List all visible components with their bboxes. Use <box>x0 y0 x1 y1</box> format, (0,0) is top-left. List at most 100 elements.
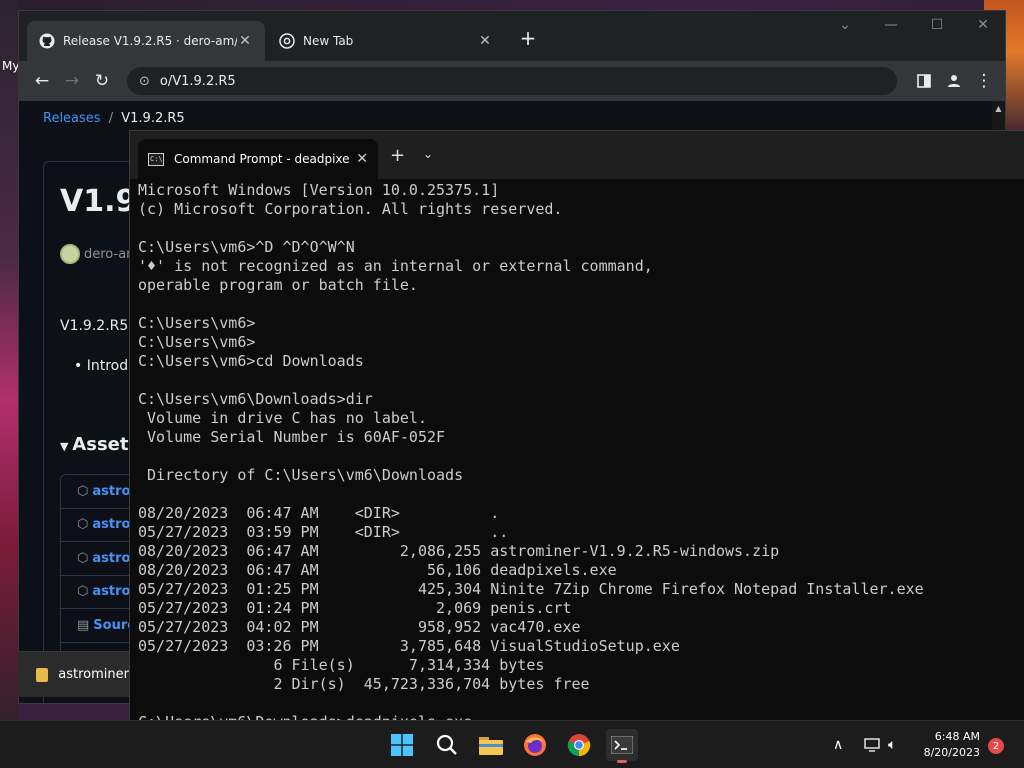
terminal-tab-bar: C:\ Command Prompt - deadpixe ✕ + ⌄ <box>130 131 1024 179</box>
terminal-line: (c) Microsoft Corporation. All rights re… <box>138 200 563 218</box>
new-terminal-tab-button[interactable]: + <box>390 145 405 166</box>
volume-icon[interactable]: 🔈︎ <box>888 721 896 768</box>
close-icon[interactable]: ✕ <box>237 33 253 49</box>
reload-icon[interactable]: ↻ <box>87 66 117 96</box>
back-arrow-icon[interactable]: ← <box>27 66 57 96</box>
notification-badge[interactable]: 2 <box>988 738 1004 754</box>
terminal-window: C:\ Command Prompt - deadpixe ✕ + ⌄ Micr… <box>129 130 1024 720</box>
folder-icon <box>36 667 49 682</box>
terminal-line: C:\Users\vm6\Downloads>dir <box>138 390 373 408</box>
terminal-line: operable program or batch file. <box>138 276 418 294</box>
release-note-item: • Introd <box>74 358 128 374</box>
terminal-line: 05/27/2023 03:26 PM 3,785,648 VisualStud… <box>138 637 680 655</box>
windows-start-icon[interactable] <box>386 729 418 761</box>
side-panel-icon[interactable] <box>909 66 939 96</box>
terminal-line: C:\Users\vm6> <box>138 314 256 332</box>
terminal-line: Volume in drive C has no label. <box>138 409 427 427</box>
browser-tab-release[interactable]: Release V1.9.2.R5 · dero-am/astro ✕ <box>27 21 265 61</box>
terminal-tab-title: Command Prompt - deadpixe <box>174 152 350 166</box>
terminal-line: 05/27/2023 01:25 PM 425,304 Ninite 7Zip … <box>138 580 924 598</box>
terminal-line: 08/20/2023 06:47 AM <DIR> . <box>138 504 500 522</box>
avatar <box>60 244 80 264</box>
explorer-window-tab[interactable]: astrominer <box>18 651 129 697</box>
terminal-line: 05/27/2023 04:02 PM 958,952 vac470.exe <box>138 618 581 636</box>
tab-label: Release V1.9.2.R5 · dero-am/astro <box>63 34 237 48</box>
command-prompt-icon: C:\ <box>148 152 164 166</box>
address-text: o/V1.9.2.R5 <box>159 73 236 89</box>
chevron-down-icon[interactable]: ⌄ <box>825 17 865 33</box>
close-icon[interactable]: ✕ <box>356 151 368 167</box>
chevron-up-icon[interactable]: ∧ <box>833 721 843 768</box>
chrome-app-icon[interactable] <box>563 729 595 761</box>
site-info-icon[interactable]: ⊙ <box>139 74 150 89</box>
search-icon[interactable] <box>431 729 463 761</box>
file-zip-icon: ▤ <box>77 617 90 633</box>
browser-tab-strip: Release V1.9.2.R5 · dero-am/astro ✕ New … <box>19 11 1005 61</box>
terminal-line: 08/20/2023 06:47 AM 56,106 deadpixels.ex… <box>138 561 617 579</box>
network-icon[interactable] <box>864 721 880 768</box>
profile-icon[interactable] <box>939 66 969 96</box>
bullet-icon: • <box>74 358 87 374</box>
terminal-line: C:\Users\vm6\Downloads>deadpixels.exe <box>138 713 1024 720</box>
terminal-output[interactable]: Microsoft Windows [Version 10.0.25375.1]… <box>138 181 1024 720</box>
active-indicator <box>617 760 627 763</box>
forward-arrow-icon[interactable]: → <box>57 66 87 96</box>
package-icon: ⬡ <box>77 517 89 533</box>
terminal-line: 08/20/2023 06:47 AM 2,086,255 astrominer… <box>138 542 780 560</box>
terminal-line: 2 Dir(s) 45,723,336,704 bytes free <box>138 675 590 693</box>
chrome-icon <box>279 33 295 49</box>
tab-label: New Tab <box>303 34 354 48</box>
terminal-line: Volume Serial Number is 60AF-052F <box>138 428 446 446</box>
terminal-line: 6 File(s) 7,314,334 bytes <box>138 656 545 674</box>
package-icon: ⬡ <box>77 584 89 600</box>
terminal-line: C:\Users\vm6>^D ^D^O^W^N <box>138 238 355 256</box>
breadcrumb-separator: / <box>108 111 114 126</box>
scroll-up-icon[interactable]: ▲ <box>992 101 1005 113</box>
maximize-icon[interactable]: ☐ <box>917 17 957 33</box>
minimize-icon[interactable]: — <box>871 17 911 33</box>
explorer-label: astrominer <box>58 667 129 682</box>
terminal-line: C:\Users\vm6>cd Downloads <box>138 352 364 370</box>
clock-time: 6:48 AM <box>934 730 980 743</box>
chevron-down-icon[interactable]: ⌄ <box>423 147 433 161</box>
new-tab-button[interactable]: + <box>517 26 539 50</box>
desktop-wallpaper <box>0 0 18 728</box>
close-window-icon[interactable]: ✕ <box>963 17 1003 33</box>
clock-date: 8/20/2023 <box>923 746 980 759</box>
terminal-line: Microsoft Windows [Version 10.0.25375.1] <box>138 181 500 199</box>
file-explorer-icon[interactable] <box>475 729 507 761</box>
browser-tab-new[interactable]: New Tab ✕ <box>267 21 505 61</box>
desktop-icon-label[interactable]: My <box>2 59 19 73</box>
package-icon: ⬡ <box>77 550 89 566</box>
assets-toggle[interactable]: ▼ Assets <box>60 434 139 455</box>
terminal-line: '♦' is not recognized as an internal or … <box>138 257 653 275</box>
breadcrumb-releases-link[interactable]: Releases <box>43 111 101 126</box>
terminal-line: C:\Users\vm6> <box>138 333 256 351</box>
release-author[interactable]: dero-am <box>60 244 139 264</box>
terminal-line: 05/27/2023 03:59 PM <DIR> .. <box>138 523 509 541</box>
browser-toolbar: ← → ↻ ⊙ o/V1.9.2.R5 ⋮ <box>19 61 1005 101</box>
github-icon <box>39 33 55 49</box>
terminal-tab[interactable]: C:\ Command Prompt - deadpixe ✕ <box>138 139 378 179</box>
firefox-icon[interactable] <box>519 729 551 761</box>
release-subtitle: V1.9.2.R5 <box>60 318 129 334</box>
address-bar[interactable]: ⊙ o/V1.9.2.R5 <box>127 67 897 95</box>
breadcrumb-current: V1.9.2.R5 <box>121 111 185 126</box>
taskbar: ∧ 🔈︎ 6:48 AM 8/20/2023 2 <box>0 720 1024 768</box>
terminal-line: Directory of C:\Users\vm6\Downloads <box>138 466 464 484</box>
release-note-text: Introd <box>86 358 129 374</box>
system-clock[interactable]: 6:48 AM 8/20/2023 <box>910 729 980 761</box>
triangle-down-icon: ▼ <box>60 440 73 453</box>
breadcrumb: Releases / V1.9.2.R5 <box>43 111 185 126</box>
terminal-app-icon[interactable] <box>606 729 638 763</box>
terminal-line: 05/27/2023 01:24 PM 2,069 penis.crt <box>138 599 572 617</box>
package-icon: ⬡ <box>77 483 89 499</box>
close-icon[interactable]: ✕ <box>477 33 493 49</box>
more-menu-icon[interactable]: ⋮ <box>969 66 999 96</box>
